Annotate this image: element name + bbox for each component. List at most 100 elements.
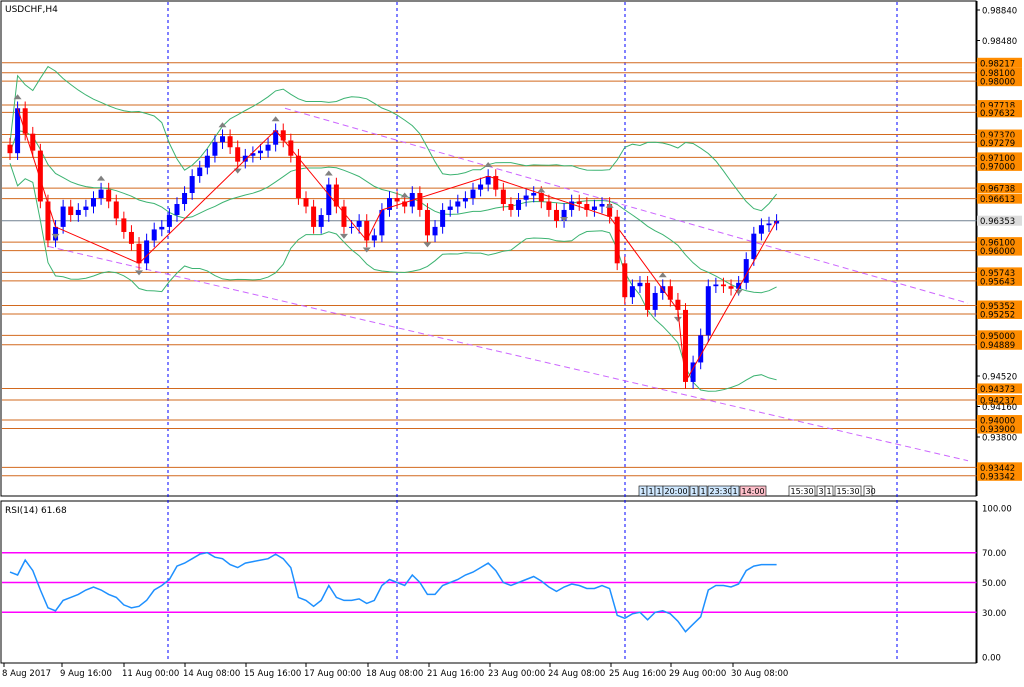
- level-tag-value: 0.96000: [980, 247, 1015, 257]
- candle-body: [576, 201, 582, 205]
- candle-body: [151, 229, 157, 241]
- time-axis-label: 14 Aug 08:00: [183, 669, 240, 679]
- candle-body: [637, 282, 643, 287]
- news-badge-label: 1: [641, 487, 646, 496]
- price-axis-label: 0.94520: [982, 373, 1017, 383]
- candle-body: [7, 144, 13, 154]
- chart-window[interactable]: 0.98217 0.98100 0.98000 0.97718 0.97632 0.973…: [0, 0, 1024, 683]
- candle-body: [516, 199, 522, 210]
- candle-body: [311, 206, 317, 227]
- candle-body: [455, 201, 461, 207]
- candle-body: [197, 167, 203, 177]
- candle-body: [166, 215, 172, 227]
- candle-body: [98, 189, 104, 199]
- price-axis-label: 0.94160: [982, 403, 1017, 413]
- level-tag-value: 0.96613: [980, 195, 1015, 205]
- candle-body: [447, 206, 453, 210]
- candle-body: [652, 292, 658, 310]
- candle-body: [68, 206, 74, 216]
- candle-body: [159, 226, 165, 230]
- candle-body: [90, 198, 96, 207]
- news-badge-label: 20:00: [665, 487, 688, 496]
- time-axis-label: 8 Aug 2017: [2, 669, 51, 679]
- candle-body: [462, 198, 468, 202]
- candle-body: [75, 209, 81, 216]
- level-tag-value: 0.97632: [980, 109, 1015, 119]
- time-axis-label: 29 Aug 00:00: [669, 669, 726, 679]
- news-badge-label: 15:30: [837, 487, 860, 496]
- candle-body: [629, 286, 635, 298]
- current-price-value: 0.96353: [980, 217, 1015, 227]
- candle-body: [144, 240, 150, 264]
- time-axis-label: 9 Aug 16:00: [60, 669, 112, 679]
- time-axis-label: 17 Aug 00:00: [304, 669, 361, 679]
- chart-canvas[interactable]: 0.982170.981000.980000.977180.976320.973…: [0, 0, 1024, 683]
- candle-body: [599, 204, 605, 207]
- candle-body: [22, 108, 28, 134]
- price-axis-label: 0.98840: [982, 7, 1017, 17]
- news-badge-label: 1: [692, 487, 697, 496]
- candle-body: [523, 195, 529, 200]
- candle-body: [675, 299, 681, 310]
- level-tag-value: 0.97279: [980, 139, 1015, 149]
- level-tag-value: 0.97000: [980, 162, 1015, 172]
- candle-body: [295, 155, 301, 199]
- candle-body: [683, 309, 689, 382]
- rsi-scale-label: 50.00: [982, 579, 1006, 589]
- rsi-scale-label: 0.00: [982, 654, 1001, 664]
- candle-body: [227, 136, 233, 148]
- time-axis-label: 11 Aug 00:00: [122, 669, 179, 679]
- candle-body: [189, 176, 195, 193]
- candle-body: [432, 226, 438, 236]
- candle-body: [500, 189, 506, 205]
- time-axis-label: 15 Aug 16:00: [244, 669, 301, 679]
- candle-body: [318, 215, 324, 227]
- level-tag-value: 0.93342: [980, 472, 1015, 482]
- candle-body: [356, 220, 362, 227]
- candle-body: [128, 231, 134, 244]
- price-axis: 0.982170.981000.980000.977180.976320.973…: [976, 1, 1022, 496]
- candle-body: [136, 243, 142, 264]
- candle-body: [182, 193, 188, 205]
- candle-body: [341, 206, 347, 227]
- time-axis-label: 24 Aug 08:00: [548, 669, 605, 679]
- price-axis-label: 0.98480: [982, 37, 1017, 47]
- candle-body: [751, 233, 757, 260]
- candle-body: [371, 235, 377, 241]
- candle-body: [121, 218, 127, 232]
- candle-body: [257, 150, 263, 154]
- candle-body: [394, 198, 400, 202]
- candle-body: [766, 223, 772, 226]
- news-badge-label: 23:30: [710, 487, 733, 496]
- candle-body: [485, 176, 491, 185]
- time-axis-label: 25 Aug 16:00: [609, 669, 666, 679]
- time-axis-label: 23 Aug 00:00: [488, 669, 545, 679]
- news-badge-label: 1: [827, 487, 832, 496]
- candle-body: [37, 150, 43, 202]
- price-axis-label: 0.93800: [982, 434, 1017, 444]
- rsi-scale-label: 100.00: [982, 505, 1012, 515]
- candle-body: [265, 144, 271, 151]
- candle-body: [705, 286, 711, 336]
- candle-body: [326, 184, 332, 216]
- candle-body: [553, 209, 559, 221]
- rsi-label: RSI(14) 61.68: [5, 506, 67, 516]
- news-badge-label: 1: [649, 487, 654, 496]
- candle-body: [758, 225, 764, 234]
- time-axis-label: 21 Aug 16:00: [427, 669, 484, 679]
- candle-body: [106, 189, 112, 202]
- candle-body: [220, 136, 226, 143]
- candle-body: [614, 216, 620, 264]
- news-badge-label: 1: [701, 487, 706, 496]
- candle-body: [478, 184, 484, 190]
- level-tag-value: 0.94889: [980, 341, 1015, 351]
- candle-body: [720, 284, 726, 287]
- news-badge-label: 1: [733, 487, 738, 496]
- news-badge-label: 14:00: [742, 487, 765, 496]
- candle-body: [470, 189, 476, 199]
- candle-body: [417, 193, 423, 210]
- level-tag-value: 0.95643: [980, 277, 1015, 287]
- time-axis-label: 30 Aug 08:00: [731, 669, 788, 679]
- news-badges: 1 1 1 20:00 1 1 23:30 1 14:00 15:30 3 1 15:30 30: [638, 485, 876, 497]
- candle-body: [113, 201, 119, 219]
